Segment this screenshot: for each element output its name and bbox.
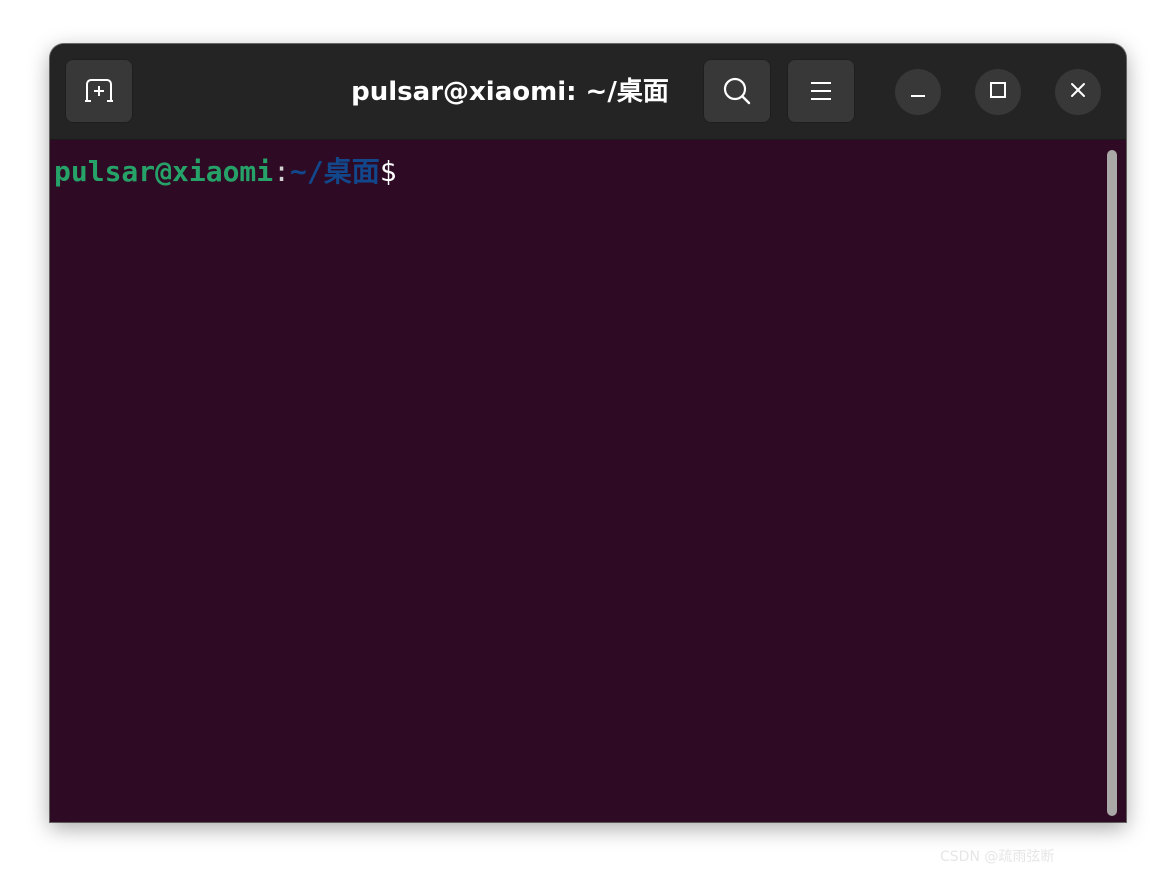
scrollbar-thumb[interactable]: [1107, 150, 1117, 816]
minimize-icon: [909, 81, 927, 103]
search-icon: [722, 76, 752, 106]
terminal-output-area[interactable]: pulsar@xiaomi:~/桌面$: [50, 140, 1126, 822]
maximize-button[interactable]: [975, 69, 1021, 115]
prompt-user-host: pulsar@xiaomi: [54, 155, 274, 188]
close-button[interactable]: [1055, 69, 1101, 115]
minimize-button[interactable]: [895, 69, 941, 115]
menu-button[interactable]: [787, 59, 855, 123]
new-tab-button[interactable]: [65, 59, 133, 123]
prompt-path: ~/桌面: [290, 155, 380, 188]
watermark: CSDN @疏雨弦断: [940, 849, 1055, 865]
close-icon: [1069, 81, 1087, 103]
title-bar[interactable]: pulsar@xiaomi: ~/桌面: [50, 44, 1126, 140]
prompt-symbol: $: [379, 155, 397, 188]
window-title: pulsar@xiaomi: ~/桌面: [351, 77, 669, 107]
new-tab-icon: [83, 77, 115, 105]
hamburger-menu-icon: [809, 80, 833, 102]
terminal-window: pulsar@xiaomi: ~/桌面 pulsar@xiaomi:~/桌面$: [50, 44, 1126, 822]
shell-prompt: pulsar@xiaomi:~/桌面$: [54, 154, 397, 190]
scrollbar[interactable]: [1102, 140, 1126, 822]
prompt-colon: :: [273, 155, 291, 188]
maximize-icon: [989, 81, 1007, 103]
search-button[interactable]: [703, 59, 771, 123]
